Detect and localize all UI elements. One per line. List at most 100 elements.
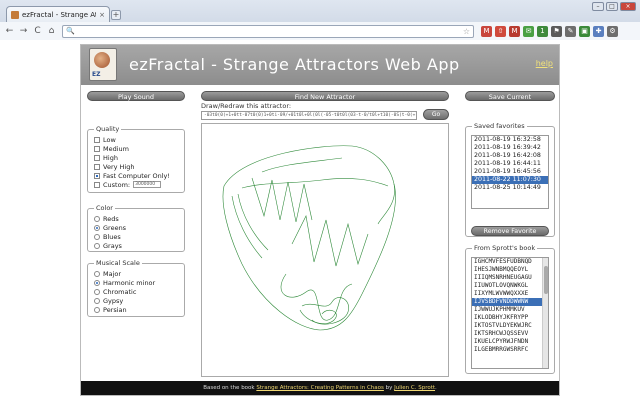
puzzle-icon[interactable]: ✚ bbox=[593, 25, 604, 37]
maximize-button[interactable]: □ bbox=[606, 2, 618, 11]
quality-option[interactable]: Fast Computer Only! bbox=[94, 171, 178, 180]
forward-button[interactable]: → bbox=[18, 26, 29, 37]
list-item[interactable]: IKUELCPYRWJFNDN bbox=[472, 338, 543, 346]
back-button[interactable]: ← bbox=[4, 26, 15, 37]
footer-by: by bbox=[383, 385, 395, 391]
list-item[interactable]: IIXYMLWVWWQXXXE bbox=[472, 290, 543, 298]
close-window-button[interactable]: × bbox=[620, 2, 636, 11]
quality-option[interactable]: High bbox=[94, 153, 178, 162]
list-item[interactable]: IGHCMVFESFUDBNQD bbox=[472, 258, 543, 266]
play-sound-button[interactable]: Play Sound bbox=[87, 91, 185, 101]
quality-option[interactable]: Medium bbox=[94, 144, 178, 153]
home-button[interactable]: ⌂ bbox=[46, 26, 57, 37]
checkbox[interactable] bbox=[94, 145, 100, 152]
scale-option[interactable]: Major bbox=[94, 269, 178, 278]
attractor-canvas[interactable] bbox=[201, 123, 449, 377]
radio[interactable] bbox=[94, 306, 100, 313]
radio[interactable] bbox=[94, 215, 100, 222]
list-item[interactable]: IJVSBDFVNDDWWNW bbox=[472, 298, 543, 306]
tab-title: ezFractal - Strange Attractor bbox=[22, 10, 96, 19]
mail-icon[interactable]: M bbox=[481, 25, 492, 37]
color-option[interactable]: Blues bbox=[94, 232, 178, 241]
scale-option[interactable]: Persian bbox=[94, 305, 178, 314]
option-label: Blues bbox=[103, 232, 121, 241]
list-item[interactable]: IIUWOTLOVQNWKGL bbox=[472, 282, 543, 290]
save-current-button[interactable]: Save Current bbox=[465, 91, 555, 101]
color-option[interactable]: Greens bbox=[94, 223, 178, 232]
minimize-button[interactable]: – bbox=[592, 2, 604, 11]
up-icon[interactable]: ⇧ bbox=[495, 25, 506, 37]
app-header: EZ ezFractal - Strange Attractors Web Ap… bbox=[81, 45, 559, 85]
list-item[interactable]: 2011-08-19 16:42:08 bbox=[472, 152, 548, 160]
scale-option[interactable]: Gypsy bbox=[94, 296, 178, 305]
list-item[interactable]: IJWWUJKPHMMKUV bbox=[472, 306, 543, 314]
box-icon[interactable]: ▣ bbox=[579, 25, 590, 37]
checkbox[interactable] bbox=[94, 136, 100, 143]
reload-button[interactable]: C bbox=[32, 26, 43, 37]
pencil-icon[interactable]: ✎ bbox=[565, 25, 576, 37]
list-item[interactable]: IKTOSTVLDYEKWJRC bbox=[472, 322, 543, 330]
option-label: Reds bbox=[103, 214, 119, 223]
radio[interactable] bbox=[94, 288, 100, 295]
draw-label: Draw/Redraw this attractor: bbox=[201, 102, 292, 110]
list-item[interactable]: IIIQMSNRHNEUGAGU bbox=[472, 274, 543, 282]
go-button[interactable]: Go bbox=[423, 109, 449, 120]
color-option[interactable]: Reds bbox=[94, 214, 178, 223]
option-label: Grays bbox=[103, 241, 122, 250]
list-item[interactable]: 2011-08-22 11:07:30 bbox=[472, 176, 548, 184]
radio[interactable] bbox=[94, 270, 100, 277]
radio[interactable] bbox=[94, 297, 100, 304]
find-new-attractor-button[interactable]: Find New Attractor bbox=[201, 91, 449, 101]
saved-favorites-list[interactable]: 2011-08-19 16:32:58 2011-08-19 16:39:42 20… bbox=[471, 135, 549, 209]
news-icon[interactable]: ✉ bbox=[523, 25, 534, 37]
bookmark-star-icon[interactable]: ☆ bbox=[463, 27, 470, 36]
list-item[interactable]: 2011-08-19 16:32:58 bbox=[472, 136, 548, 144]
quality-option[interactable]: Low bbox=[94, 135, 178, 144]
checkbox[interactable] bbox=[94, 181, 100, 188]
browser-toolbar: ← → C ⌂ 🔍 ☆ M ⇧ M ✉ 1 ⚑ ✎ ▣ ✚ ⚙ bbox=[0, 22, 640, 40]
attractor-drawing bbox=[222, 145, 396, 331]
counter-icon[interactable]: 1 bbox=[537, 25, 548, 37]
logo-text: EZ bbox=[92, 71, 101, 78]
checkbox[interactable] bbox=[94, 172, 100, 179]
sprott-list[interactable]: IGHCMVFESFUDBNQD IHESJWNBMQQEOYL IIIQMSNRH… bbox=[471, 257, 549, 369]
footer-prefix: Based on the book bbox=[203, 385, 257, 391]
list-item[interactable]: IKLODBHYJKFRYPP bbox=[472, 314, 543, 322]
book-link[interactable]: Strange Attractors: Creating Patterns in… bbox=[256, 385, 384, 391]
list-item[interactable]: IHESJWNBMQQEOYL bbox=[472, 266, 543, 274]
list-item[interactable]: ILGEBMRRGWSRRFC bbox=[472, 346, 543, 354]
radio[interactable] bbox=[94, 242, 100, 249]
gmail-icon[interactable]: M bbox=[509, 25, 520, 37]
search-icon: 🔍 bbox=[66, 27, 75, 35]
attractor-code-input[interactable]: -03t0(0(+1+0tt-07t0(0)1+0ti-09/+01t0l+0l… bbox=[201, 111, 417, 120]
list-item[interactable]: 2011-08-19 16:44:11 bbox=[472, 160, 548, 168]
radio[interactable] bbox=[94, 224, 100, 231]
scrollbar[interactable] bbox=[542, 258, 548, 368]
scale-option[interactable]: Chromatic bbox=[94, 287, 178, 296]
quality-group: Quality Low Medium High Very High Fast C… bbox=[87, 125, 185, 193]
remove-favorite-button[interactable]: Remove Favorite bbox=[471, 226, 549, 236]
help-link[interactable]: help bbox=[536, 59, 553, 68]
list-item[interactable]: 2011-08-19 16:39:42 bbox=[472, 144, 548, 152]
flag-icon[interactable]: ⚑ bbox=[551, 25, 562, 37]
author-link[interactable]: Julien C. Sprott bbox=[394, 385, 435, 391]
checkbox[interactable] bbox=[94, 154, 100, 161]
new-tab-button[interactable]: + bbox=[111, 10, 121, 20]
browser-tab[interactable]: ezFractal - Strange Attractor × bbox=[6, 6, 110, 22]
address-bar[interactable]: 🔍 ☆ bbox=[62, 24, 474, 38]
custom-quality-input[interactable]: 3000000 bbox=[133, 181, 162, 188]
scrollbar-thumb[interactable] bbox=[544, 266, 548, 294]
radio[interactable] bbox=[94, 279, 100, 286]
color-option[interactable]: Grays bbox=[94, 241, 178, 250]
quality-option[interactable]: Custom: 3000000 bbox=[94, 180, 178, 189]
list-item[interactable]: IKTSRHCWJQSSEVV bbox=[472, 330, 543, 338]
wrench-icon[interactable]: ⚙ bbox=[607, 25, 618, 37]
scale-option[interactable]: Harmonic minor bbox=[94, 278, 178, 287]
radio[interactable] bbox=[94, 233, 100, 240]
list-item[interactable]: 2011-08-19 16:45:56 bbox=[472, 168, 548, 176]
option-label: Low bbox=[103, 135, 116, 144]
quality-option[interactable]: Very High bbox=[94, 162, 178, 171]
list-item[interactable]: 2011-08-25 10:14:49 bbox=[472, 184, 548, 192]
checkbox[interactable] bbox=[94, 163, 100, 170]
close-tab-icon[interactable]: × bbox=[99, 11, 105, 19]
